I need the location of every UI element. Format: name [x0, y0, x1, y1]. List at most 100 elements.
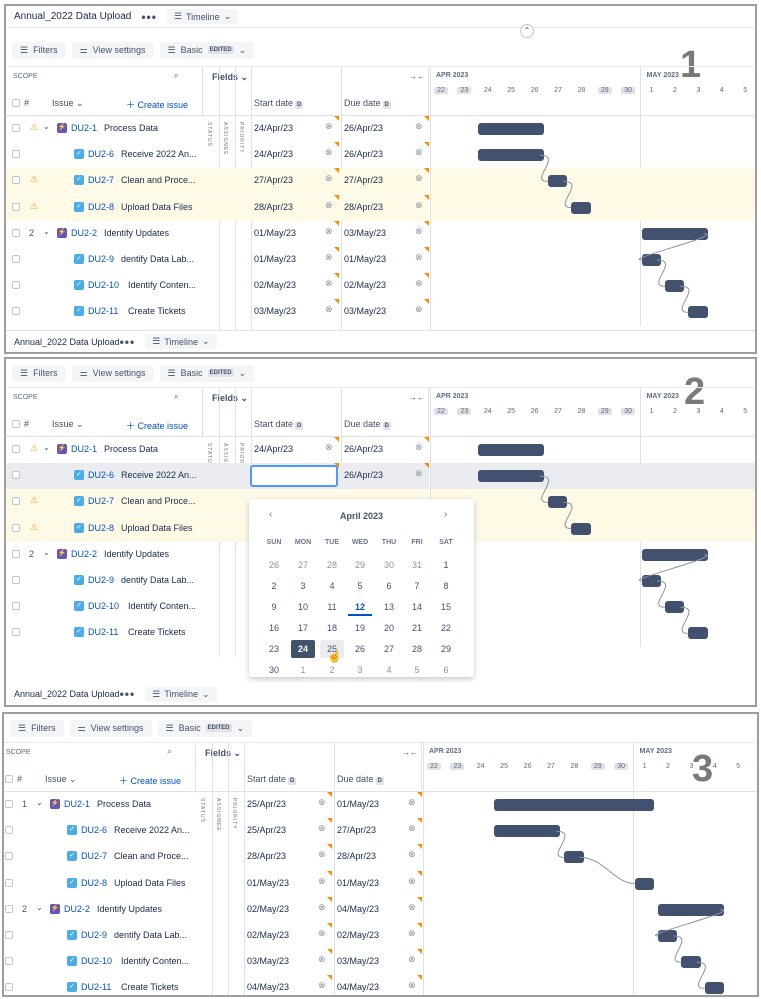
- clear-icon[interactable]: ⊗: [408, 849, 416, 860]
- timeline-bar[interactable]: [477, 444, 544, 456]
- calendar-day[interactable]: 3: [291, 577, 315, 595]
- issue-key[interactable]: DU2-8: [81, 878, 107, 888]
- clear-icon[interactable]: ⊗: [415, 304, 423, 315]
- issue-header[interactable]: Issue ⌄: [45, 774, 77, 785]
- row-checkbox[interactable]: [5, 878, 13, 887]
- start-date-value[interactable]: 02/May/23: [247, 930, 289, 940]
- filters-button[interactable]: ☰ Filters: [12, 364, 66, 382]
- calendar-day[interactable]: 26: [348, 640, 372, 658]
- issue-header[interactable]: Issue ⌄: [52, 419, 84, 430]
- clear-icon[interactable]: ⊗: [408, 797, 416, 808]
- clear-icon[interactable]: ⊗: [415, 147, 423, 158]
- row-checkbox[interactable]: [12, 228, 20, 237]
- table-row[interactable]: ⚠ ⌄ ⚡ DU2-1 Process Data 24/Apr/23 ⊗ 26/Apr/23 ⊗: [6, 437, 429, 463]
- timeline-bar[interactable]: [658, 930, 678, 942]
- calendar-day[interactable]: 12: [348, 598, 372, 616]
- timeline-bar[interactable]: [571, 201, 591, 214]
- issue-summary[interactable]: Identify Updates: [104, 549, 169, 559]
- due-date-value[interactable]: 04/May/23: [337, 904, 379, 914]
- issue-key[interactable]: DU2-1: [71, 123, 97, 133]
- clear-icon[interactable]: ⊗: [325, 200, 333, 211]
- clear-icon[interactable]: ⊗: [415, 468, 423, 479]
- issue-summary[interactable]: Receive 2022 An...: [114, 825, 190, 835]
- issue-key[interactable]: DU2-10: [81, 956, 112, 966]
- start-date-value[interactable]: 01/May/23: [254, 228, 296, 238]
- search-icon[interactable]: ⌕: [174, 70, 179, 81]
- timeline-bar[interactable]: [688, 306, 708, 319]
- issue-summary[interactable]: dentify Data Lab...: [114, 930, 187, 940]
- table-row[interactable]: ✓ DU2-11 Create Tickets 04/May/23 ⊗ 04/May/23…: [4, 975, 422, 995]
- row-checkbox[interactable]: [12, 124, 20, 132]
- issue-key[interactable]: DU2-6: [88, 149, 114, 159]
- due-date-value[interactable]: 27/Apr/23: [337, 825, 376, 835]
- start-date-value[interactable]: 01/May/23: [254, 254, 296, 264]
- start-date-value[interactable]: 28/Apr/23: [254, 202, 293, 212]
- clear-icon[interactable]: ⊗: [325, 442, 333, 453]
- next-month-icon[interactable]: ›: [444, 509, 447, 520]
- start-date-value[interactable]: 24/Apr/23: [254, 149, 293, 159]
- table-row[interactable]: ✓DU2-6Receive 2022 An...24/Apr/23⊗26/Apr…: [6, 463, 429, 490]
- table-row[interactable]: ✓ DU2-8 Upload Data Files 01/May/23 ⊗ 01/May/…: [4, 870, 422, 897]
- timeline-bar[interactable]: [681, 956, 701, 969]
- table-row[interactable]: ⚠ ⌄ ⚡ DU2-1 Process Data 24/Apr/23 ⊗ 26/Apr/23 ⊗: [6, 116, 429, 142]
- timeline-bar[interactable]: [634, 877, 654, 890]
- clear-icon[interactable]: ⊗: [318, 876, 326, 887]
- calendar-day[interactable]: 9: [262, 598, 286, 616]
- row-checkbox[interactable]: [12, 602, 20, 611]
- issue-summary[interactable]: Create Tickets: [128, 627, 186, 637]
- calendar-day[interactable]: 6: [434, 661, 458, 679]
- timeline-bar[interactable]: [665, 601, 685, 614]
- calendar-day[interactable]: 21: [405, 619, 429, 637]
- issue-summary[interactable]: Identify Conten...: [128, 280, 196, 290]
- start-date-value[interactable]: 24/Apr/23: [254, 123, 293, 133]
- calendar-day[interactable]: 11: [320, 598, 344, 616]
- calendar-day[interactable]: 27: [377, 640, 401, 658]
- search-icon[interactable]: ⌕: [174, 391, 179, 402]
- table-row[interactable]: 2 ⌄ ⚡ DU2-2 Identify Updates 01/May/23 ⊗ 03/May…: [6, 220, 429, 247]
- issue-summary[interactable]: Receive 2022 An...: [121, 470, 197, 480]
- clear-icon[interactable]: ⊗: [318, 823, 326, 834]
- table-row[interactable]: ⚠ ✓ DU2-7 Clean and Proce... 27/Apr/23 ⊗ 27/Ap…: [6, 168, 429, 195]
- issue-summary[interactable]: Identify Updates: [104, 228, 169, 238]
- start-date-value[interactable]: 28/Apr/23: [247, 851, 286, 861]
- calendar-day[interactable]: 29: [434, 640, 458, 658]
- clear-icon[interactable]: ⊗: [318, 797, 326, 808]
- issue-key[interactable]: DU2-1: [71, 444, 97, 454]
- chevron-down-icon[interactable]: ⌄: [36, 903, 43, 912]
- due-date-value[interactable]: 03/May/23: [344, 306, 386, 316]
- table-row[interactable]: ✓ DU2-7 Clean and Proce... 28/Apr/23 ⊗ 28/Apr…: [4, 844, 422, 870]
- issue-summary[interactable]: Identify Updates: [97, 904, 162, 914]
- issue-key[interactable]: DU2-9: [88, 254, 114, 264]
- calendar-day[interactable]: 20: [377, 619, 401, 637]
- clear-icon[interactable]: ⊗: [318, 954, 326, 965]
- issue-key[interactable]: DU2-11: [81, 982, 111, 992]
- issue-summary[interactable]: Identify Conten...: [128, 601, 196, 611]
- issue-key[interactable]: DU2-6: [81, 825, 107, 835]
- issue-key[interactable]: DU2-2: [71, 549, 97, 559]
- calendar-day[interactable]: 30: [377, 556, 401, 574]
- timeline-bar[interactable]: [477, 123, 544, 135]
- due-date-value[interactable]: 26/Apr/23: [344, 444, 383, 454]
- issue-key[interactable]: DU2-2: [71, 228, 97, 238]
- issue-summary[interactable]: Clean and Proce...: [114, 851, 189, 861]
- issue-summary[interactable]: Process Data: [97, 799, 151, 809]
- row-checkbox[interactable]: [12, 281, 20, 290]
- row-checkbox[interactable]: [12, 628, 20, 637]
- fields-button[interactable]: Fields ⌄: [212, 72, 248, 83]
- row-checkbox[interactable]: [5, 904, 13, 913]
- due-date-value[interactable]: 01/May/23: [337, 799, 379, 809]
- row-checkbox[interactable]: [12, 471, 20, 480]
- collapse-toolbar-icon[interactable]: ⌃: [520, 24, 534, 38]
- due-date-value[interactable]: 28/Apr/23: [344, 202, 383, 212]
- calendar-day[interactable]: 30: [262, 661, 286, 679]
- row-checkbox[interactable]: [12, 445, 20, 453]
- due-date-value[interactable]: 02/May/23: [344, 280, 386, 290]
- row-checkbox[interactable]: [5, 957, 13, 966]
- calendar-day[interactable]: 28: [320, 556, 344, 574]
- due-date-value[interactable]: 02/May/23: [337, 930, 379, 940]
- calendar-day[interactable]: 22: [434, 619, 458, 637]
- calendar-day[interactable]: 23: [262, 640, 286, 658]
- chevron-down-icon[interactable]: ⌄: [36, 798, 43, 807]
- basic-view-button[interactable]: ☰ Basic EDITED ⌄: [157, 719, 253, 737]
- clear-icon[interactable]: ⊗: [325, 147, 333, 158]
